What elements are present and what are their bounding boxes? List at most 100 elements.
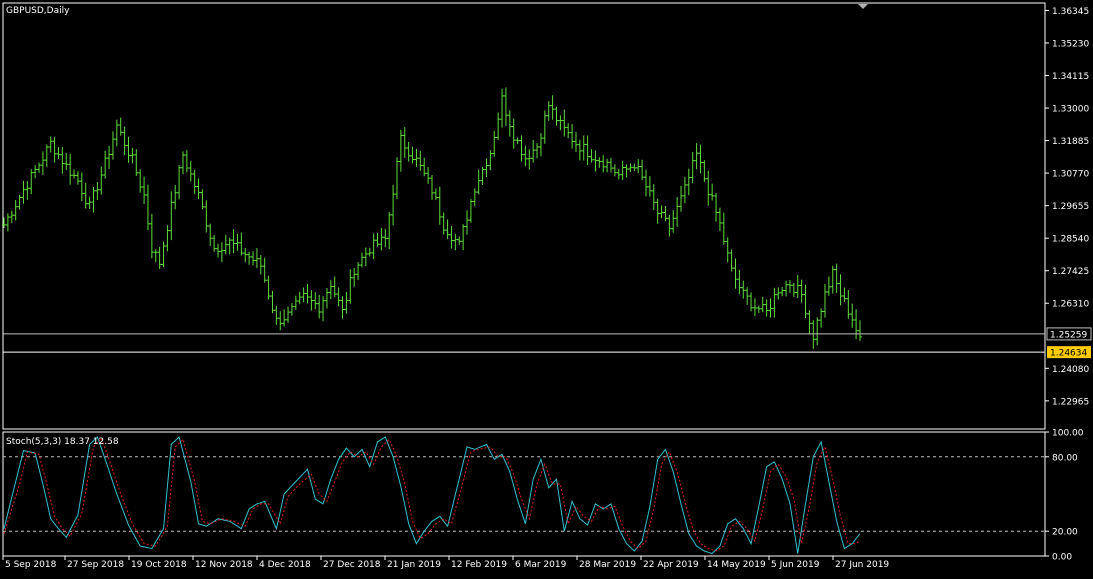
price-bar bbox=[219, 242, 224, 263]
price-bar bbox=[558, 115, 563, 131]
price-bar bbox=[410, 146, 415, 164]
price-bar bbox=[87, 196, 92, 209]
price-bar bbox=[64, 153, 69, 171]
price-bar bbox=[184, 150, 189, 173]
price-bar bbox=[838, 274, 843, 306]
price-bar bbox=[675, 197, 680, 227]
price-bar bbox=[437, 186, 442, 225]
price-bar bbox=[791, 282, 796, 297]
price-bar bbox=[309, 290, 314, 311]
price-bar bbox=[834, 263, 839, 293]
time-tick-label: 5 Sep 2018 bbox=[5, 560, 57, 570]
price-bar bbox=[332, 276, 337, 298]
price-bar bbox=[725, 237, 730, 263]
price-bar bbox=[68, 153, 73, 185]
price-bar bbox=[593, 150, 598, 172]
price-bar bbox=[686, 168, 691, 196]
price-bar bbox=[550, 95, 555, 120]
price-bar bbox=[286, 306, 291, 323]
price-bar bbox=[527, 149, 532, 170]
price-bar bbox=[321, 296, 326, 322]
price-bar bbox=[33, 165, 38, 179]
price-bar bbox=[535, 143, 540, 159]
price-bar bbox=[760, 296, 765, 313]
price-bar bbox=[807, 310, 812, 335]
price-bar bbox=[756, 305, 761, 313]
price-bar bbox=[850, 303, 855, 328]
time-tick-label: 4 Dec 2018 bbox=[259, 560, 311, 570]
price-tick-label: 1.28540 bbox=[1052, 235, 1089, 245]
price-bar bbox=[426, 167, 431, 184]
price-bar bbox=[819, 308, 824, 328]
price-bar bbox=[729, 249, 734, 272]
price-bar bbox=[254, 248, 259, 269]
price-bar bbox=[667, 214, 672, 237]
price-bar bbox=[745, 287, 750, 305]
price-bar bbox=[398, 129, 403, 172]
price-tick-label: 1.22965 bbox=[1052, 397, 1089, 407]
price-bar bbox=[293, 295, 298, 310]
price-bar bbox=[153, 249, 158, 263]
price-bar bbox=[383, 228, 388, 248]
price-bar bbox=[9, 210, 14, 223]
price-bar bbox=[21, 180, 26, 204]
price-bar bbox=[636, 159, 641, 174]
price-bar bbox=[480, 166, 485, 185]
price-bar bbox=[200, 189, 205, 210]
stochastic-tick-label: 80.00 bbox=[1052, 453, 1078, 463]
price-bar bbox=[476, 169, 481, 195]
price-bar bbox=[811, 320, 816, 349]
price-bar bbox=[359, 252, 364, 268]
price-bar bbox=[461, 224, 466, 251]
price-bar bbox=[655, 198, 660, 224]
price-bar bbox=[554, 106, 559, 126]
price-bar bbox=[787, 280, 792, 293]
stochastic-signal-line bbox=[3, 437, 861, 552]
price-bar bbox=[542, 110, 547, 144]
price-bar bbox=[585, 135, 590, 166]
price-bar bbox=[717, 207, 722, 232]
stochastic-frame bbox=[2, 431, 1046, 557]
chart-canvas[interactable]: 100.00 80.00 20.00 0.00 1.36345 1.35230 1.341… bbox=[0, 0, 1093, 575]
price-bar bbox=[391, 184, 396, 226]
bid-price-label: 1.25259 bbox=[1050, 330, 1087, 340]
price-bar bbox=[348, 269, 353, 304]
price-bar bbox=[784, 280, 789, 297]
price-bar bbox=[60, 146, 65, 174]
price-tick-label: 1.36345 bbox=[1052, 7, 1089, 17]
price-bar bbox=[531, 139, 536, 163]
price-bar bbox=[251, 251, 256, 266]
price-bar bbox=[706, 170, 711, 206]
shift-marker-icon[interactable] bbox=[858, 4, 868, 9]
price-bar bbox=[110, 131, 115, 160]
price-bar bbox=[13, 199, 18, 221]
price-bar bbox=[488, 150, 493, 171]
price-bar bbox=[620, 160, 625, 180]
price-bar bbox=[313, 292, 318, 310]
price-bar bbox=[468, 199, 473, 223]
price-bar bbox=[632, 163, 637, 172]
price-bar bbox=[846, 289, 851, 319]
price-bar bbox=[379, 227, 384, 251]
price-bar bbox=[733, 258, 738, 289]
price-bar bbox=[682, 176, 687, 204]
price-bar bbox=[500, 88, 505, 128]
price-bar bbox=[145, 184, 150, 231]
time-tick-label: 12 Nov 2018 bbox=[195, 560, 253, 570]
price-tick-label: 1.31885 bbox=[1052, 137, 1089, 147]
price-bar bbox=[795, 274, 800, 299]
price-bar bbox=[433, 188, 438, 200]
price-bar bbox=[776, 287, 781, 300]
price-bar bbox=[644, 169, 648, 197]
price-bar bbox=[659, 205, 664, 219]
chart-window[interactable]: 100.00 80.00 20.00 0.00 1.36345 1.35230 1.341… bbox=[0, 0, 1093, 575]
price-bar bbox=[227, 237, 232, 255]
price-bar bbox=[671, 210, 676, 233]
price-bar bbox=[130, 147, 135, 164]
price-bar bbox=[48, 136, 53, 153]
price-bar bbox=[363, 247, 368, 266]
price-bar bbox=[340, 296, 345, 319]
price-bar bbox=[414, 148, 419, 167]
price-bar bbox=[640, 159, 645, 181]
price-bar bbox=[79, 172, 84, 202]
